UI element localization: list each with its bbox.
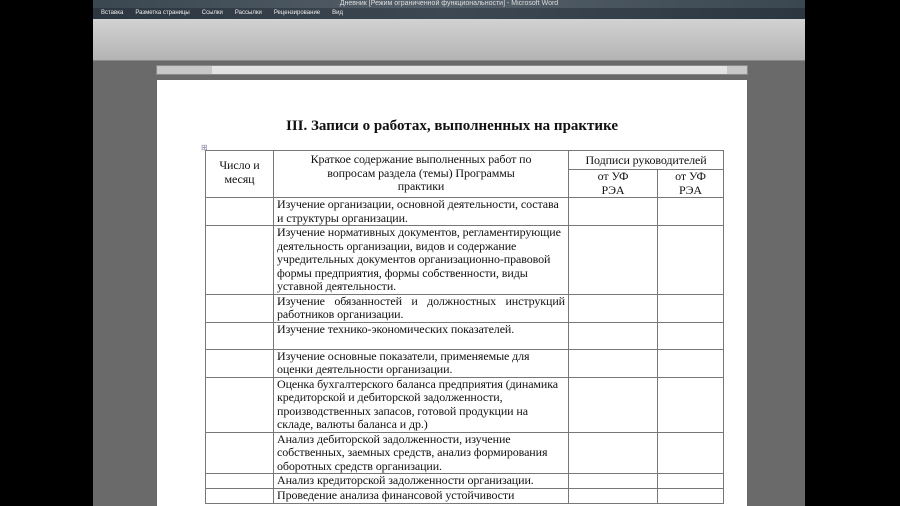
document-page[interactable]: III. Записи о работах, выполненных на пр… xyxy=(157,80,747,506)
row-content[interactable]: Изучение организации, основной деятельно… xyxy=(273,197,569,226)
row-content[interactable]: Изучение технико-экономических показател… xyxy=(273,321,569,350)
work-records-table: Число и месяц Краткое содержание выполне… xyxy=(205,150,724,504)
table-row: Анализ кредиторской задолженности органи… xyxy=(205,473,724,489)
table-row: Изучение обязанностей и должностных инст… xyxy=(205,293,724,323)
header-signatures: Подписи руководителей xyxy=(568,150,724,170)
row-content[interactable]: Анализ дебиторской задолженности, изучен… xyxy=(273,431,569,474)
table-row: Изучение организации, основной деятельно… xyxy=(205,197,724,226)
title-bar: Дневник [Режим ограниченной функциональн… xyxy=(93,0,805,8)
table-row: Изучение технико-экономических показател… xyxy=(205,321,724,350)
tab-page-layout[interactable]: Разметка страницы xyxy=(135,8,189,19)
table-row: Проведение анализа финансовой устойчивос… xyxy=(205,487,724,504)
page-heading: III. Записи о работах, выполненных на пр… xyxy=(286,118,618,134)
tab-review[interactable]: Рецензирование xyxy=(274,8,320,19)
ruler-bar xyxy=(93,61,805,80)
tab-insert[interactable]: Вставка xyxy=(101,8,123,19)
table-row: Изучение основные показатели, применяемы… xyxy=(205,348,724,378)
ribbon xyxy=(93,19,805,61)
row-content[interactable]: Анализ кредиторской задолженности органи… xyxy=(273,473,569,489)
header-content: Краткое содержание выполненных работ по … xyxy=(273,150,569,198)
tab-mailings[interactable]: Рассылки xyxy=(235,8,262,19)
header-sig2: от УФ РЭА xyxy=(657,169,724,198)
ribbon-tabs: Вставка Разметка страницы Ссылки Рассылк… xyxy=(93,8,805,19)
row-content[interactable]: Проведение анализа финансовой устойчивос… xyxy=(273,487,569,504)
row-content[interactable]: Изучение основные показатели, применяемы… xyxy=(273,348,569,378)
word-window: Дневник [Режим ограниченной функциональн… xyxy=(93,0,805,506)
tab-references[interactable]: Ссылки xyxy=(202,8,223,19)
row-content[interactable]: Изучение обязанностей и должностных инст… xyxy=(273,293,569,323)
horizontal-ruler[interactable] xyxy=(156,65,748,75)
header-date: Число и месяц xyxy=(205,150,274,198)
table-row: Оценка бухгалтерского баланса предприяти… xyxy=(205,376,724,433)
row-content[interactable]: Оценка бухгалтерского баланса предприяти… xyxy=(273,376,569,433)
table-row: Изучение нормативных документов, регламе… xyxy=(205,225,724,295)
ruler-text-area xyxy=(212,66,727,74)
table-row: Анализ дебиторской задолженности, изучен… xyxy=(205,431,724,474)
header-sig1: от УФ РЭА xyxy=(568,169,658,198)
tab-view[interactable]: Вид xyxy=(332,8,343,19)
row-content[interactable]: Изучение нормативных документов, регламе… xyxy=(273,225,569,295)
